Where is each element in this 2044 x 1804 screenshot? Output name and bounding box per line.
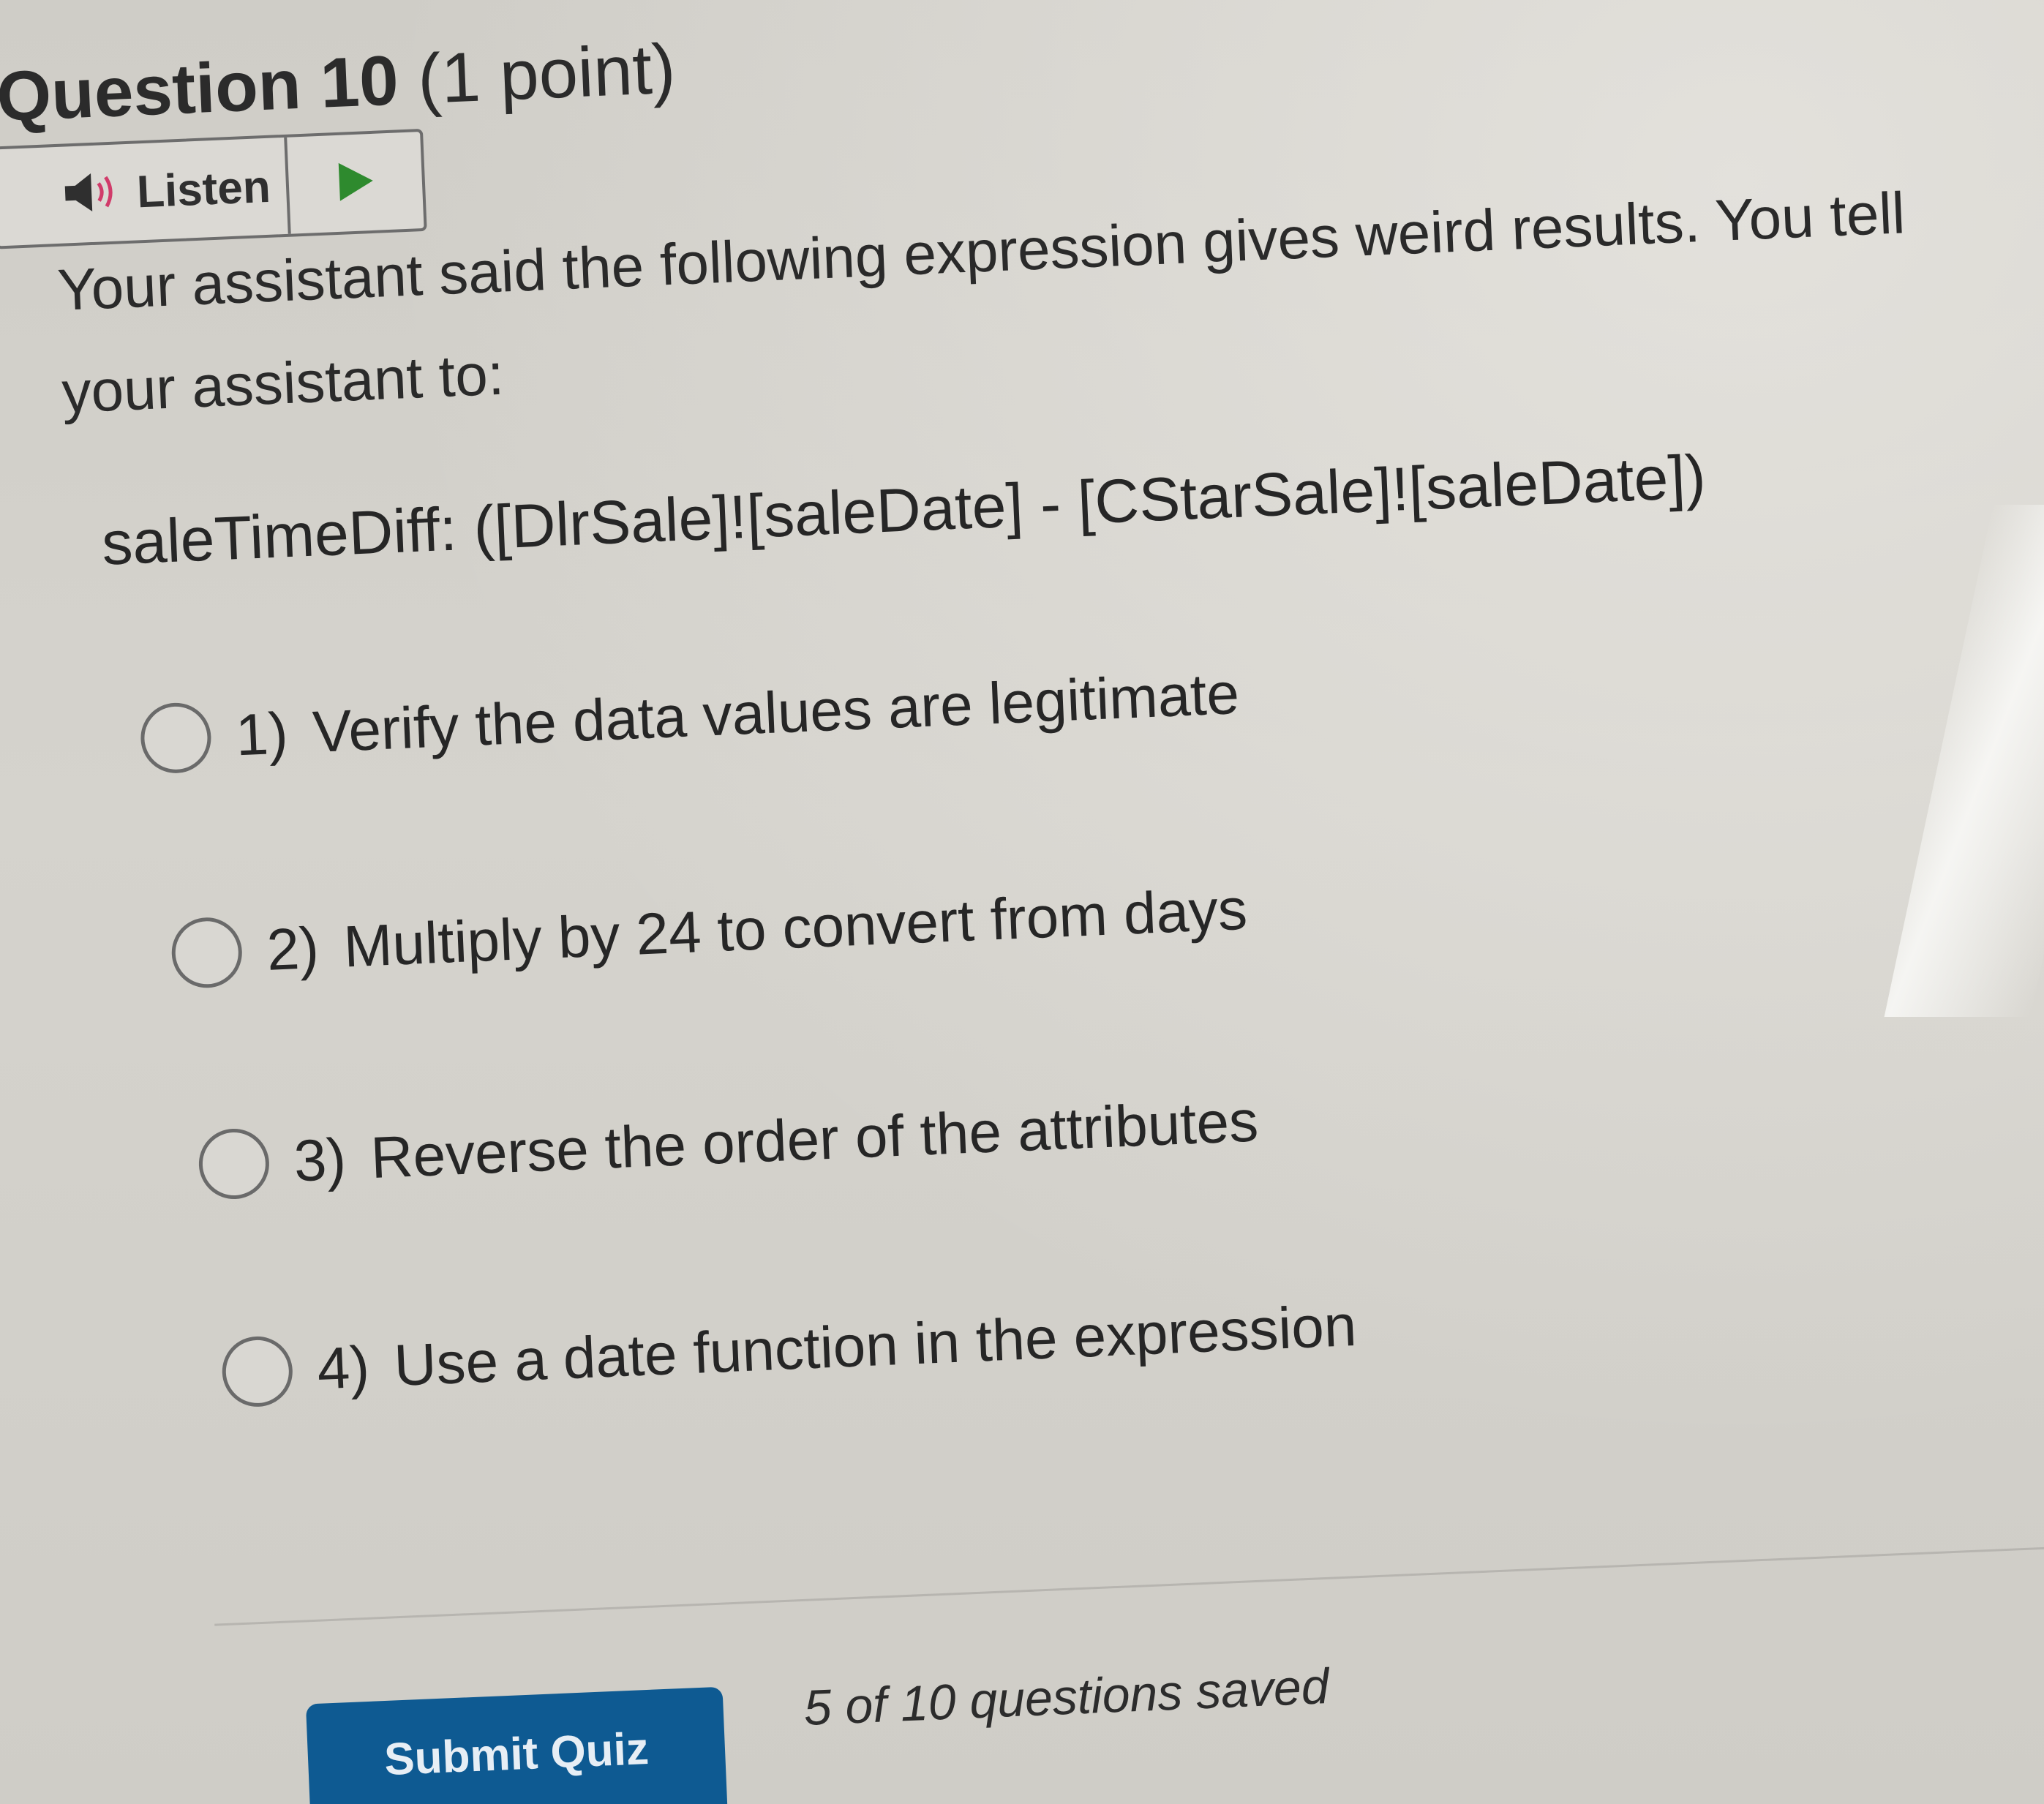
radio-button[interactable]: [220, 1334, 294, 1408]
answer-option-3[interactable]: 3) Reverse the order of the attributes: [197, 1086, 1260, 1200]
play-icon: [334, 158, 377, 207]
radio-button[interactable]: [197, 1127, 271, 1200]
quiz-page: Question 10 (1 point) Listen Your assist…: [0, 0, 2044, 1804]
question-points: (1 point): [416, 29, 677, 119]
question-heading: Question 10 (1 point): [0, 29, 677, 138]
speaker-icon: [61, 168, 122, 220]
listen-button[interactable]: Listen: [0, 137, 291, 247]
photo-of-screen: Question 10 (1 point) Listen Your assist…: [0, 0, 2044, 1804]
answer-option-2[interactable]: 2) Multiply by 24 to convert from days: [170, 874, 1249, 990]
footer-divider: [214, 1541, 2044, 1626]
radio-button[interactable]: [170, 916, 244, 990]
play-button[interactable]: [287, 132, 424, 234]
option-label: 3) Reverse the order of the attributes: [292, 1088, 1260, 1194]
option-label: 4) Use a date function in the expression: [315, 1292, 1358, 1402]
option-label: 1) Verify the data values are legitimate: [234, 660, 1241, 768]
listen-label: Listen: [135, 161, 272, 217]
submit-quiz-button[interactable]: Submit Quiz: [305, 1686, 729, 1804]
radio-button[interactable]: [139, 701, 213, 775]
option-label: 2) Multiply by 24 to convert from days: [265, 876, 1249, 982]
expression-text: saleTimeDiff: ([DlrSale]![saleDate] - [C…: [100, 441, 1707, 578]
question-title: Question 10: [0, 41, 400, 137]
saved-status: 5 of 10 questions saved: [803, 1658, 1331, 1737]
answer-option-1[interactable]: 1) Verify the data values are legitimate: [139, 658, 1241, 775]
answer-option-4[interactable]: 4) Use a date function in the expression: [220, 1290, 1358, 1408]
